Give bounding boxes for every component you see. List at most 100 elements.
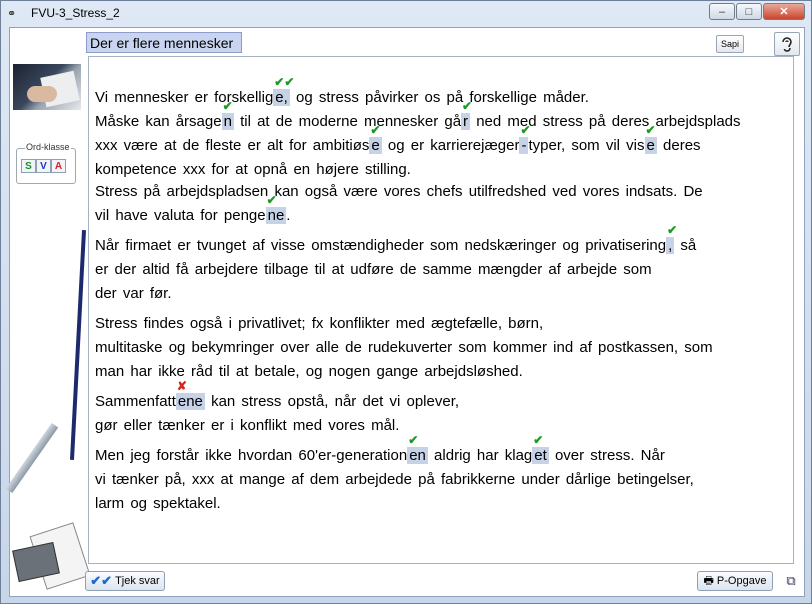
text-segment: deres bbox=[656, 137, 701, 154]
text-line: xxx være at de fleste er alt for ambitiø… bbox=[95, 123, 701, 154]
writing-photo bbox=[13, 64, 81, 110]
footer: ✔✔ Tjek svar 🖶 P-Opgave ⧉ bbox=[9, 569, 805, 597]
text-segment: til at de moderne mennesker gå bbox=[233, 113, 462, 130]
text-segment: Stress på arbejdspladsen kan også være v… bbox=[95, 183, 703, 200]
check-mark-icon: ✔ bbox=[462, 99, 473, 113]
ordklasse-group: Ord-klasse S V A bbox=[16, 142, 76, 184]
text-segment: xxx være at de fleste er alt for ambitiø… bbox=[95, 137, 370, 154]
check-mark-icon: ✔ bbox=[645, 123, 656, 137]
text-segment: Måske kan årsage bbox=[95, 113, 222, 130]
ordklasse-label: Ord-klasse bbox=[25, 142, 71, 152]
text-segment: aldrig har klag bbox=[427, 447, 533, 464]
answer-text: en bbox=[409, 447, 426, 464]
answer-blank[interactable]: r ✔ bbox=[461, 99, 472, 130]
text-segment: og stress påvirker os på forskellige måd… bbox=[289, 89, 589, 106]
answer-text: r bbox=[463, 113, 469, 130]
answer-text: e bbox=[646, 137, 655, 154]
maximize-button[interactable]: □ bbox=[736, 3, 762, 20]
text-segment: gør eller tænker er i konflikt med vores… bbox=[95, 417, 400, 434]
answer-blank[interactable]: n ✔ bbox=[221, 99, 234, 130]
text-segment: multitaske og bekymringer over alle de r… bbox=[95, 339, 713, 356]
text-line: der var før. bbox=[95, 285, 172, 302]
text-segment: Stress findes også i privatlivet; fx kon… bbox=[95, 315, 544, 332]
text-line: Når firmaet er tvunget af visse omstændi… bbox=[95, 223, 697, 254]
answer-blank[interactable]: - ✔ bbox=[519, 123, 531, 154]
app-window: ⚭ FVU-3_Stress_2 – □ ✕ Der er flere menn… bbox=[0, 0, 812, 604]
text-segment: der var før. bbox=[95, 285, 172, 302]
answer-blank[interactable]: ne ✔ bbox=[265, 193, 287, 224]
text-segment: er der altid få arbejdere tilbage til at… bbox=[95, 261, 652, 278]
text-segment: . bbox=[286, 207, 291, 224]
check-mark-icon: ✔ bbox=[370, 123, 381, 137]
check-mark-icon: ✔ bbox=[520, 123, 531, 137]
text-segment: Når firmaet er tvunget af visse omstændi… bbox=[95, 237, 667, 254]
text-segment: Sammenfatt bbox=[95, 393, 176, 410]
main-panel: Der er flere mennesker Sapi Ord-klasse S… bbox=[5, 27, 805, 597]
printer-icon: 🖶 bbox=[703, 574, 714, 587]
text-line: Men jeg forstår ikke hvordan 60'er-gener… bbox=[95, 433, 665, 464]
double-check-icon: ✔✔ bbox=[90, 573, 113, 588]
text-line: vil have valuta for penge ne ✔. bbox=[95, 193, 291, 224]
title-bar: ⚭ FVU-3_Stress_2 – □ ✕ bbox=[1, 1, 811, 25]
text-line: er der altid få arbejdere tilbage til at… bbox=[95, 261, 652, 278]
check-mark-icon: ✔ bbox=[408, 433, 419, 447]
answer-blank[interactable]: e ✔ bbox=[369, 123, 382, 154]
answer-blank[interactable]: ene ✘ bbox=[175, 379, 205, 410]
text-line: man har ikke råd til at betale, og nogen… bbox=[95, 363, 523, 380]
answer-text: ene bbox=[177, 393, 203, 410]
text-line: Måske kan årsage n ✔ til at de moderne men… bbox=[95, 99, 741, 130]
text-line: kompetence xxx for at opnå en højere sti… bbox=[95, 161, 411, 178]
answer-blank[interactable]: e ✔ bbox=[644, 123, 657, 154]
text-line: gør eller tænker er i konflikt med vores… bbox=[95, 417, 399, 434]
minimize-button[interactable]: – bbox=[709, 3, 735, 20]
text-segment: Vi mennesker er forskellig bbox=[95, 89, 274, 106]
close-button[interactable]: ✕ bbox=[763, 3, 805, 20]
answer-text: - bbox=[521, 137, 527, 154]
text-segment: man har ikke råd til at betale, og nogen… bbox=[95, 363, 523, 380]
answer-text: et bbox=[534, 447, 547, 464]
text-segment: vil have valuta for penge bbox=[95, 207, 266, 224]
text-segment: og er karrierejæger bbox=[381, 137, 520, 154]
pen-illustration bbox=[5, 422, 59, 494]
answer-text: , bbox=[668, 237, 673, 254]
text-segment: ned med stress på deres arbejdsplads bbox=[470, 113, 741, 130]
copy-icon[interactable]: ⧉ bbox=[781, 571, 801, 591]
decorative-line bbox=[69, 230, 87, 460]
text-line: larm og spektakel. bbox=[95, 495, 221, 512]
check-mark-icon: ✔ bbox=[667, 223, 678, 237]
sidebar: Ord-klasse S V A bbox=[5, 58, 91, 590]
text-segment: typer, som vil vis bbox=[528, 137, 645, 154]
answer-text: ne bbox=[267, 207, 285, 224]
text-line: vi tænker på, xxx at mange af dem arbejd… bbox=[95, 471, 694, 488]
text-line: Vi mennesker er forskellig e, ✔✔ og stress… bbox=[95, 75, 589, 106]
text-line: Sammenfatt ene ✘ kan stress opstå, når det… bbox=[95, 379, 460, 410]
text-segment: larm og spektakel. bbox=[95, 495, 221, 512]
answer-blank[interactable]: , ✔ bbox=[666, 223, 677, 254]
answer-blank[interactable]: et ✔ bbox=[532, 433, 549, 464]
ear-icon[interactable] bbox=[774, 32, 800, 56]
sapi-button[interactable]: Sapi bbox=[716, 35, 744, 53]
text-segment: over stress. Når bbox=[548, 447, 665, 464]
answer-text: e, bbox=[275, 89, 288, 106]
p-opgave-button[interactable]: 🖶 P-Opgave bbox=[697, 571, 773, 591]
ordklasse-a-button[interactable]: A bbox=[51, 159, 66, 173]
answer-text: n bbox=[223, 113, 232, 130]
text-line: Stress findes også i privatlivet; fx kon… bbox=[95, 315, 543, 332]
app-icon: ⚭ bbox=[7, 8, 17, 20]
check-mark-icon: ✔ bbox=[222, 99, 233, 113]
text-segment: vi tænker på, xxx at mange af dem arbejd… bbox=[95, 471, 694, 488]
check-answer-label: Tjek svar bbox=[115, 575, 160, 587]
text-segment: Men jeg forstår ikke hvordan 60'er-gener… bbox=[95, 447, 408, 464]
answer-blank[interactable]: e, ✔✔ bbox=[273, 75, 294, 106]
text-line: Stress på arbejdspladsen kan også være v… bbox=[95, 183, 703, 200]
check-mark-icon: ✔✔ bbox=[274, 75, 295, 89]
exercise-text-area: Vi mennesker er forskellig e, ✔✔ og stress… bbox=[88, 56, 794, 564]
ordklasse-v-button[interactable]: V bbox=[36, 159, 51, 173]
ordklasse-s-button[interactable]: S bbox=[21, 159, 36, 173]
answer-blank[interactable]: en ✔ bbox=[407, 433, 428, 464]
text-segment: kompetence xxx for at opnå en højere sti… bbox=[95, 161, 411, 178]
text-segment: så bbox=[674, 237, 697, 254]
text-segment: kan stress opstå, når det vi oplever, bbox=[204, 393, 460, 410]
p-opgave-label: P-Opgave bbox=[716, 575, 767, 587]
check-answer-button[interactable]: ✔✔ Tjek svar bbox=[85, 571, 165, 591]
